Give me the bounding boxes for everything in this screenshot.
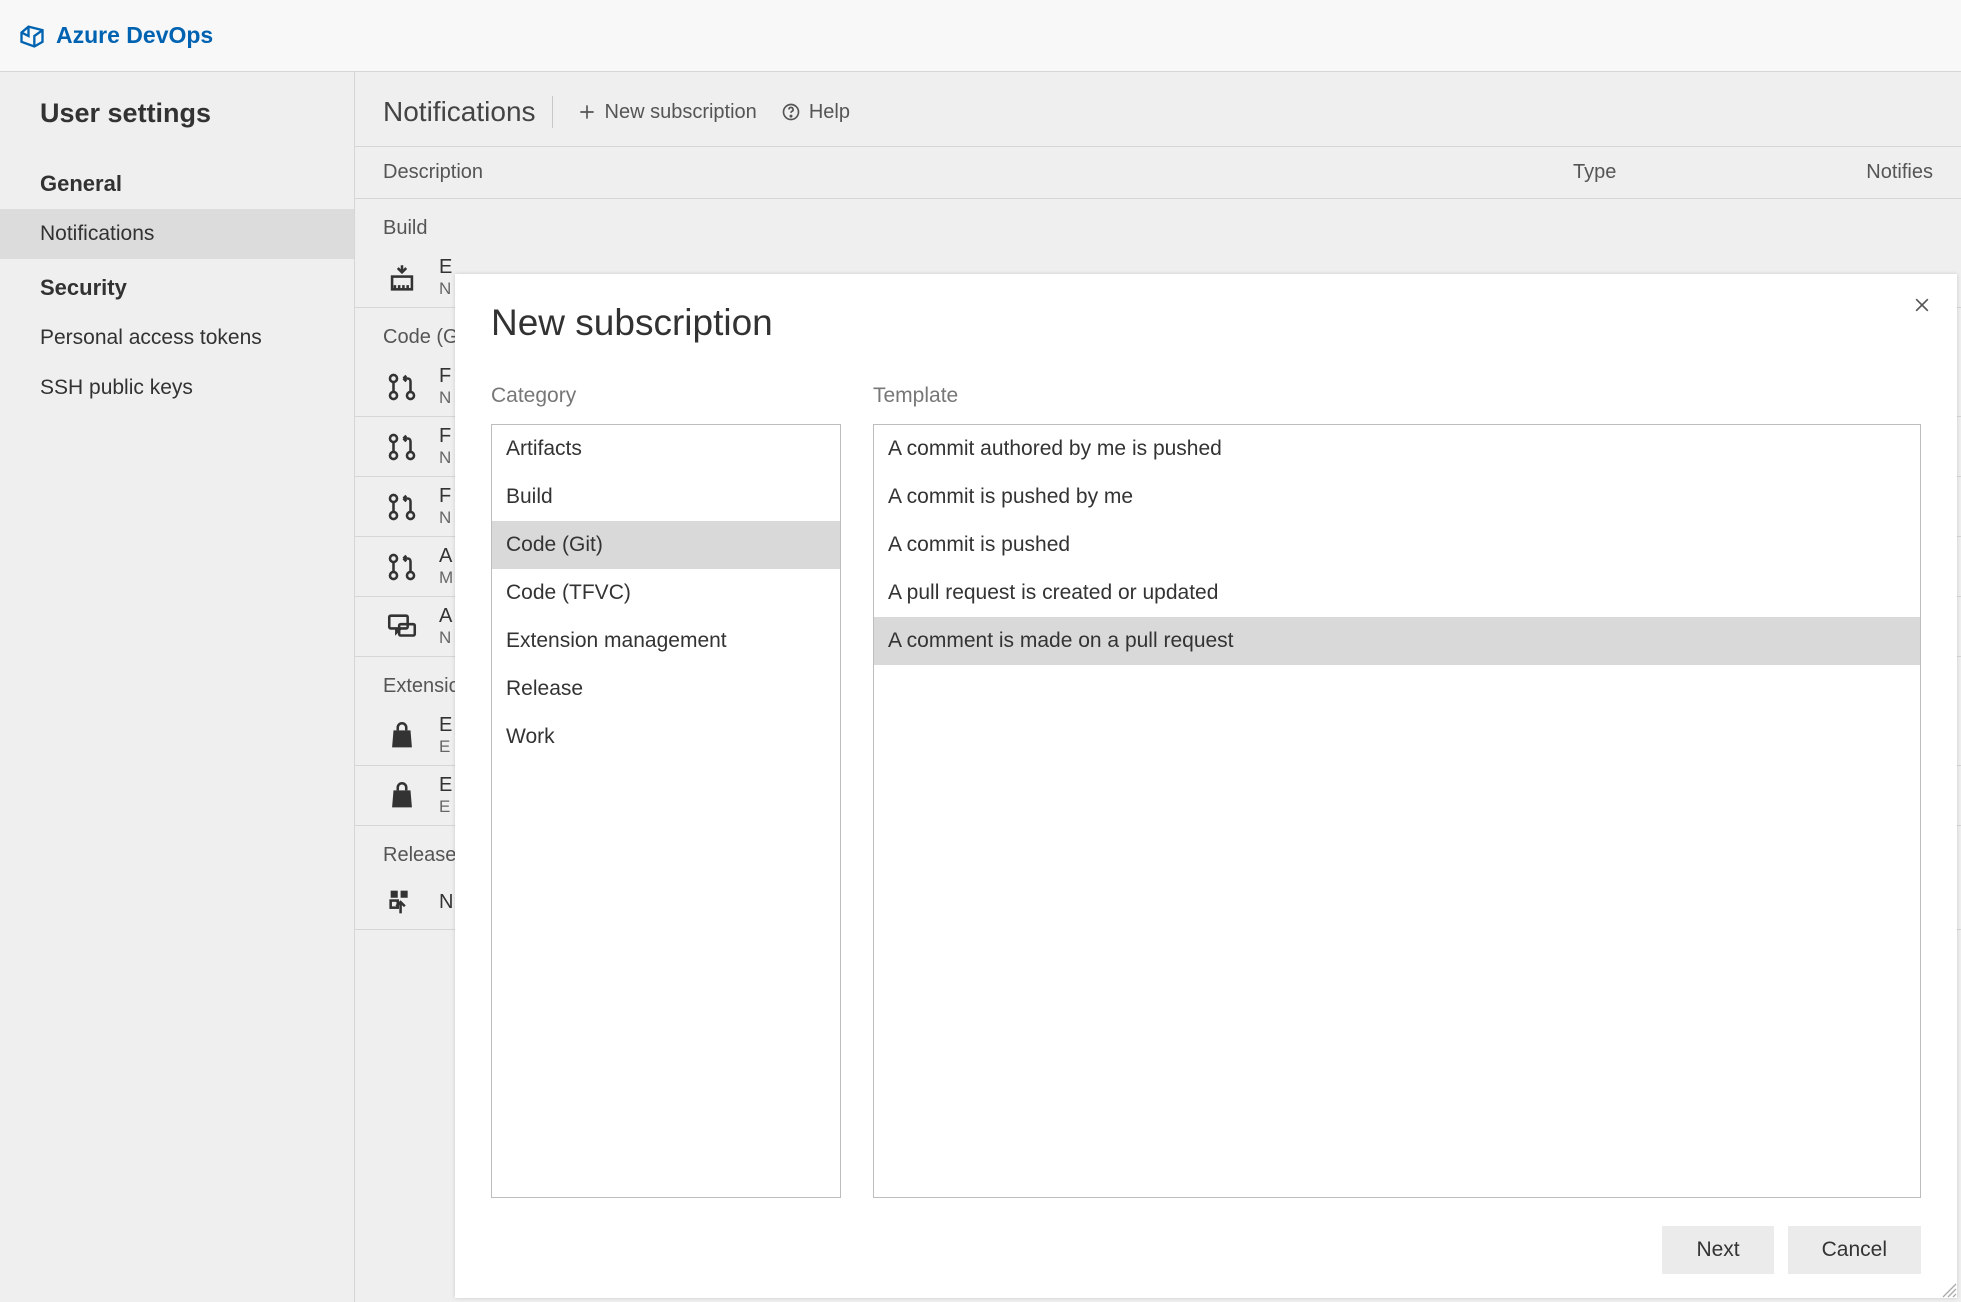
product-logo[interactable]: Azure DevOps [18, 22, 213, 50]
row-line1: E [439, 256, 452, 279]
pull-request-icon [383, 368, 421, 406]
modal-footer: Next Cancel [491, 1198, 1921, 1274]
row-line1: E [439, 774, 452, 797]
pull-request-icon [383, 488, 421, 526]
help-button[interactable]: Help [781, 101, 850, 124]
pull-request-icon [383, 428, 421, 466]
row-line2: N [439, 388, 451, 408]
template-label: Template [873, 384, 1921, 408]
bag-icon [383, 777, 421, 815]
product-name: Azure DevOps [56, 22, 213, 49]
template-item-commit-pushed[interactable]: A commit is pushed [874, 521, 1920, 569]
category-item-artifacts[interactable]: Artifacts [492, 425, 840, 473]
new-subscription-button[interactable]: New subscription [577, 101, 757, 124]
template-item-pr-comment[interactable]: A comment is made on a pull request [874, 617, 1920, 665]
col-notifies: Notifies [1823, 161, 1933, 184]
row-line2: N [439, 448, 451, 468]
category-label: Category [491, 384, 841, 408]
azure-devops-icon [18, 22, 46, 50]
row-line2: E [439, 737, 452, 757]
template-listbox: A commit authored by me is pushed A comm… [873, 424, 1921, 1198]
sidebar-item-ssh-public-keys[interactable]: SSH public keys [0, 363, 354, 413]
row-line2: E [439, 797, 452, 817]
new-subscription-modal: New subscription Category Artifacts Buil… [455, 274, 1957, 1298]
row-line1: F [439, 425, 451, 448]
category-item-work[interactable]: Work [492, 713, 840, 761]
row-line1: F [439, 365, 451, 388]
category-item-code-tfvc[interactable]: Code (TFVC) [492, 569, 840, 617]
sidebar-item-personal-access-tokens[interactable]: Personal access tokens [0, 313, 354, 363]
content-header: Notifications New subscription Help [355, 72, 1961, 147]
template-item-commit-authored-pushed[interactable]: A commit authored by me is pushed [874, 425, 1920, 473]
build-icon [383, 259, 421, 297]
category-item-build[interactable]: Build [492, 473, 840, 521]
template-item-pr-created-updated[interactable]: A pull request is created or updated [874, 569, 1920, 617]
sidebar-item-notifications[interactable]: Notifications [0, 209, 354, 259]
col-type: Type [1573, 161, 1823, 184]
next-button[interactable]: Next [1662, 1226, 1773, 1274]
col-description: Description [383, 161, 1573, 184]
close-button[interactable] [1909, 292, 1935, 318]
topbar: Azure DevOps [0, 0, 1961, 72]
resize-grip-icon[interactable] [1939, 1280, 1957, 1298]
category-column: Category Artifacts Build Code (Git) Code… [491, 384, 841, 1198]
release-icon [383, 883, 421, 921]
row-line1: A [439, 605, 452, 628]
category-item-code-git[interactable]: Code (Git) [492, 521, 840, 569]
template-column: Template A commit authored by me is push… [873, 384, 1921, 1198]
sidebar: User settings General Notifications Secu… [0, 72, 355, 1302]
sidebar-title: User settings [0, 92, 354, 155]
bag-icon [383, 717, 421, 755]
template-item-commit-pushed-by-me[interactable]: A commit is pushed by me [874, 473, 1920, 521]
pull-request-icon [383, 548, 421, 586]
list-header: Description Type Notifies [355, 147, 1961, 199]
row-line1: A [439, 545, 453, 568]
sidebar-group-security: Security [0, 259, 354, 313]
category-listbox: Artifacts Build Code (Git) Code (TFVC) E… [491, 424, 841, 1198]
row-line2: M [439, 568, 453, 588]
sidebar-group-general: General [0, 155, 354, 209]
row-line2: N [439, 279, 452, 299]
page-title: Notifications [383, 96, 553, 128]
row-line2: N [439, 628, 452, 648]
new-subscription-label: New subscription [605, 101, 757, 124]
row-line1: F [439, 485, 451, 508]
category-item-release[interactable]: Release [492, 665, 840, 713]
help-label: Help [809, 101, 850, 124]
row-line1: E [439, 714, 452, 737]
category-item-extension-management[interactable]: Extension management [492, 617, 840, 665]
modal-title: New subscription [491, 302, 1921, 344]
row-line2: N [439, 508, 451, 528]
row-line1: N [439, 891, 453, 914]
cancel-button[interactable]: Cancel [1788, 1226, 1921, 1274]
plus-icon [577, 102, 597, 122]
discussion-icon [383, 608, 421, 646]
close-icon [1912, 295, 1932, 315]
section-build: Build [355, 199, 1961, 248]
help-icon [781, 102, 801, 122]
